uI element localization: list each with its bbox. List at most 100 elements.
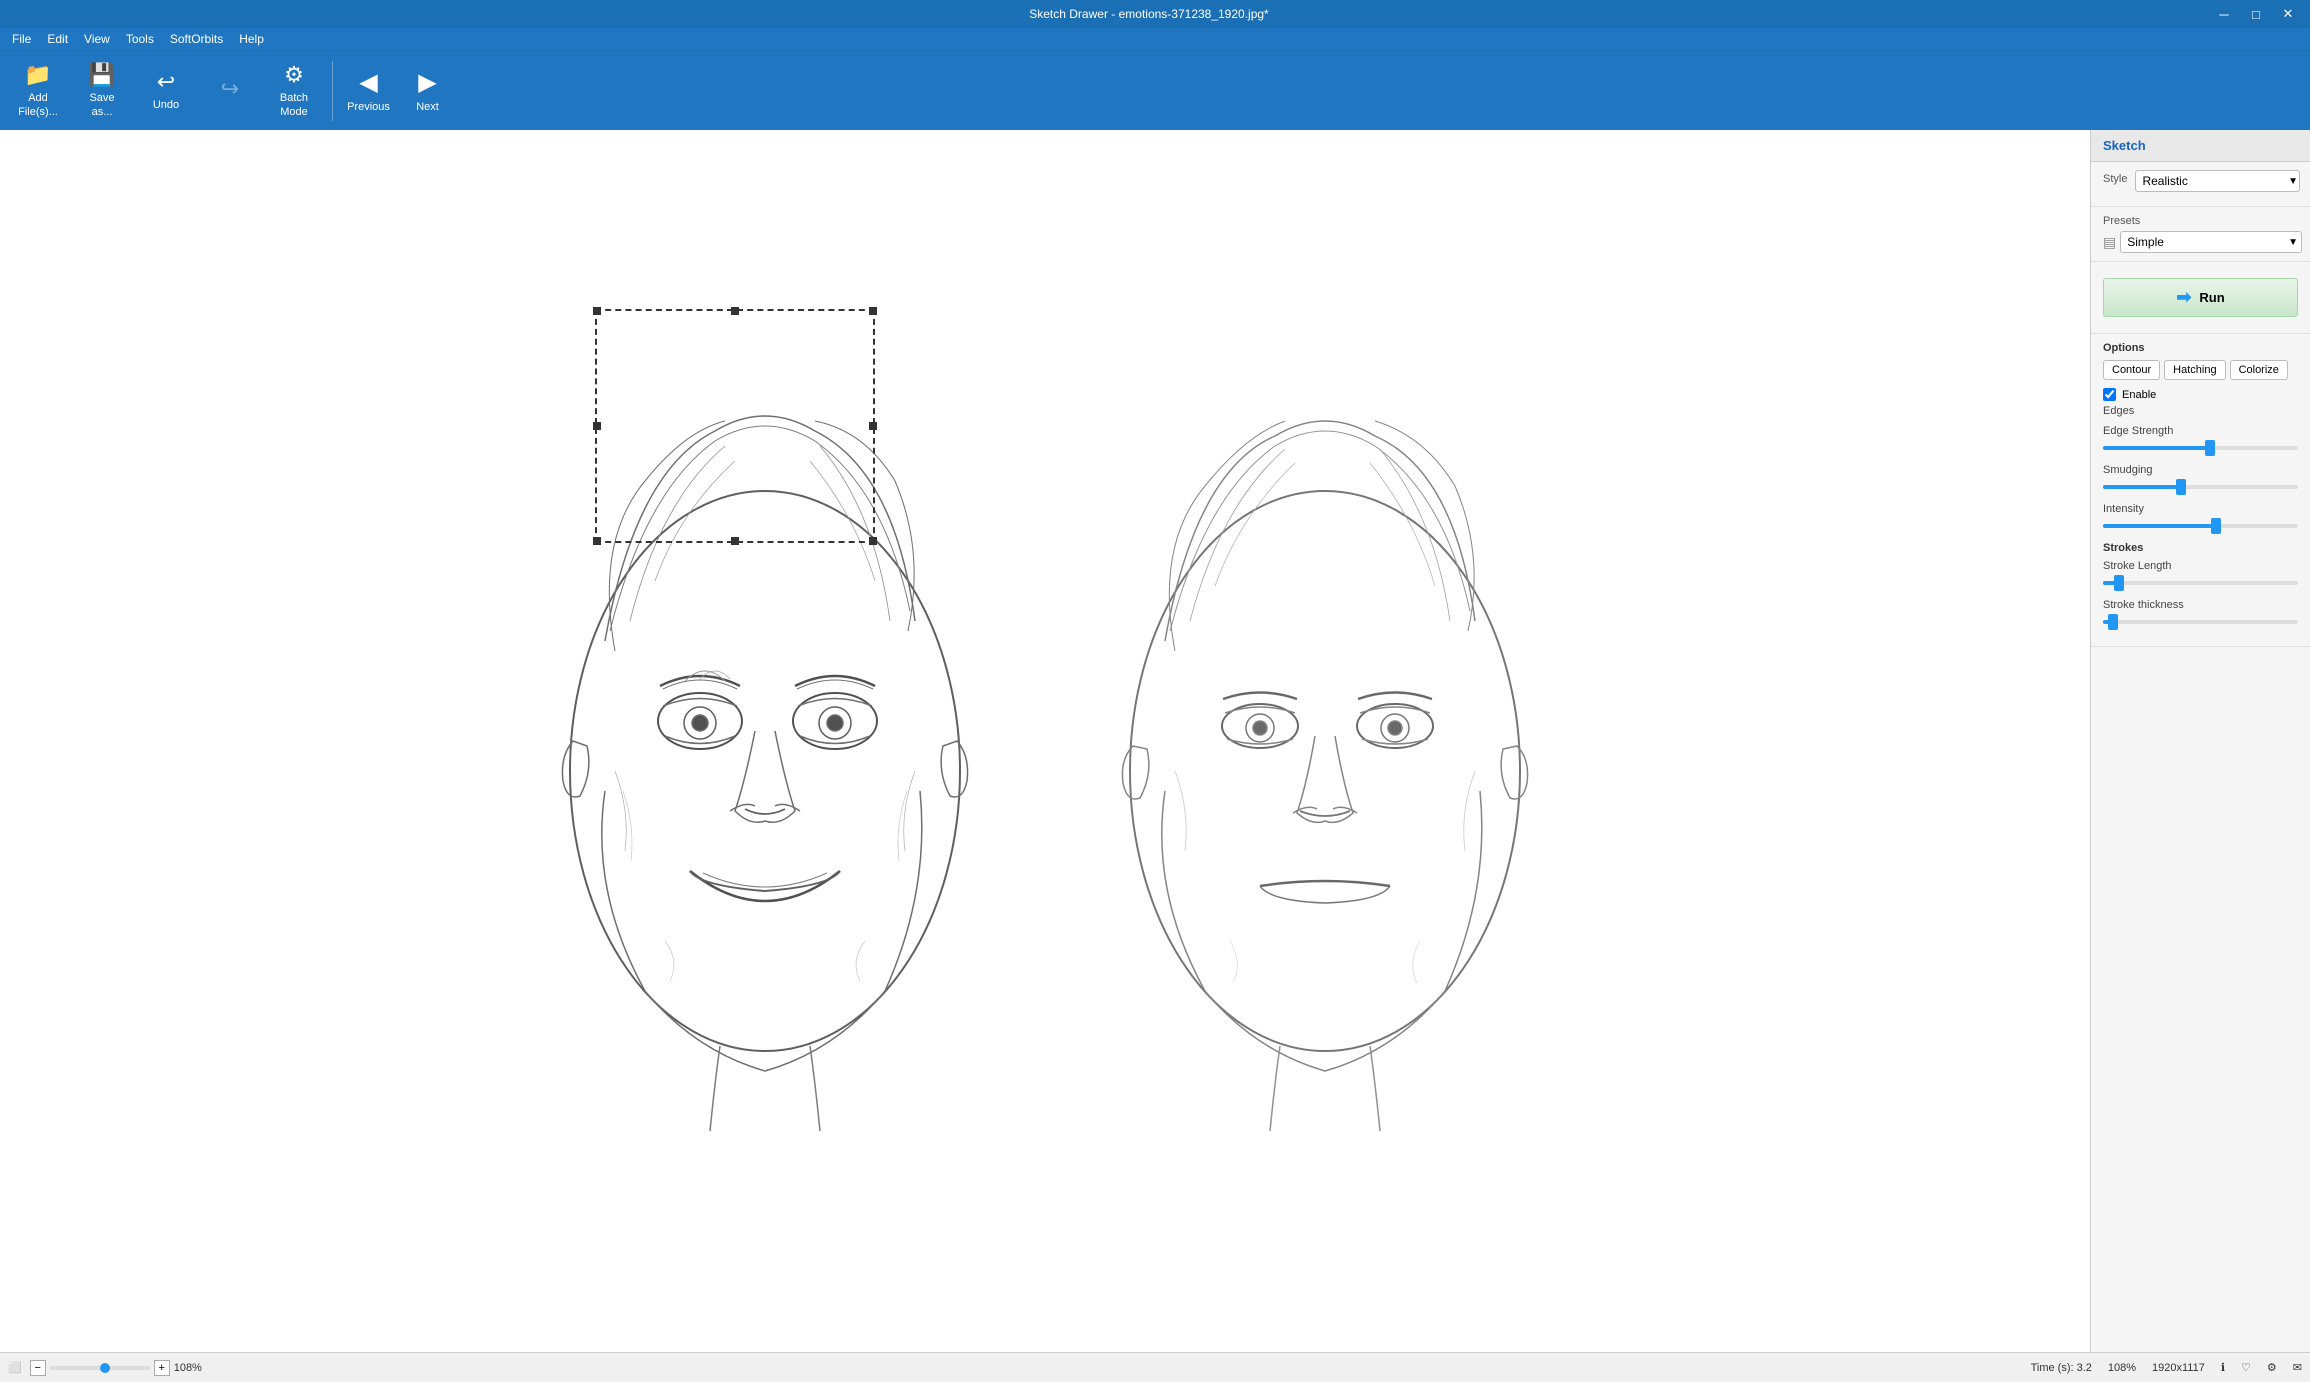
toolbar: 📁 AddFile(s)... 💾 Saveas... ↩ Undo ↪ ⚙ B… <box>0 50 2310 130</box>
window-title: Sketch Drawer - emotions-371238_1920.jpg… <box>88 7 2210 21</box>
window-controls: ─ □ ✕ <box>2210 4 2302 24</box>
menu-help[interactable]: Help <box>231 28 272 50</box>
next-icon: ▶ <box>418 68 436 97</box>
next-button[interactable]: ▶ Next <box>400 56 455 126</box>
redo-icon: ↪ <box>221 76 239 102</box>
batch-mode-icon: ⚙ <box>284 62 304 88</box>
stroke-thickness-slider[interactable] <box>2103 614 2298 630</box>
tab-contour[interactable]: Contour <box>2103 360 2160 380</box>
presets-label: Presets <box>2103 215 2298 227</box>
menu-file[interactable]: File <box>4 28 39 50</box>
save-as-label: Saveas... <box>89 92 114 118</box>
resolution-label: 1920x1117 <box>2152 1362 2205 1374</box>
smudging-slider[interactable] <box>2103 479 2298 495</box>
zoom-control: − + 108% <box>30 1360 202 1376</box>
enable-edges-checkbox[interactable] <box>2103 388 2116 401</box>
edge-strength-row: Edge Strength <box>2103 425 2298 456</box>
stroke-thickness-label: Stroke thickness <box>2103 599 2298 611</box>
right-face-svg <box>1075 291 1575 1191</box>
right-panel: Sketch Style Realistic Artistic Simple ▼… <box>2090 130 2310 1352</box>
save-as-button[interactable]: 💾 Saveas... <box>72 56 132 126</box>
options-title: Options <box>2103 342 2298 354</box>
maximize-button[interactable]: □ <box>2242 4 2270 24</box>
zoom-slider[interactable] <box>50 1366 150 1370</box>
edge-strength-slider[interactable] <box>2103 440 2298 456</box>
undo-label: Undo <box>153 99 179 112</box>
style-section: Style Realistic Artistic Simple ▼ <box>2091 162 2310 207</box>
enable-edges-label: Enable <box>2122 389 2156 401</box>
menu-tools[interactable]: Tools <box>118 28 162 50</box>
zoom-plus-button[interactable]: + <box>154 1360 170 1376</box>
style-select[interactable]: Realistic Artistic Simple <box>2135 170 2300 192</box>
panel-header: Sketch <box>2091 130 2310 162</box>
zoom-right-label: 108% <box>2108 1362 2136 1374</box>
run-section: ➡ Run <box>2091 262 2310 334</box>
gear-icon: ⚙ <box>2267 1361 2277 1374</box>
stroke-thickness-row: Stroke thickness <box>2103 599 2298 630</box>
run-label: Run <box>2199 290 2224 305</box>
intensity-label: Intensity <box>2103 503 2298 515</box>
left-status: ⬜ − + 108% <box>8 1360 202 1376</box>
edge-strength-label: Edge Strength <box>2103 425 2298 437</box>
intensity-slider[interactable] <box>2103 518 2298 534</box>
stroke-length-slider[interactable] <box>2103 575 2298 591</box>
tab-hatching[interactable]: Hatching <box>2164 360 2225 380</box>
previous-label: Previous <box>347 101 390 113</box>
add-files-icon: 📁 <box>24 62 51 88</box>
tab-colorize[interactable]: Colorize <box>2230 360 2288 380</box>
status-bar: ⬜ − + 108% Time (s): 3.2 108% 1920x1117 … <box>0 1352 2310 1382</box>
left-face-svg <box>515 291 1015 1191</box>
smudging-row: Smudging <box>2103 464 2298 495</box>
canvas-area[interactable] <box>0 130 2090 1352</box>
undo-icon: ↩ <box>157 69 175 95</box>
run-button[interactable]: ➡ Run <box>2103 278 2298 317</box>
next-label: Next <box>416 101 439 113</box>
undo-button[interactable]: ↩ Undo <box>136 56 196 126</box>
smudging-label: Smudging <box>2103 464 2298 476</box>
page-icon: ⬜ <box>8 1361 22 1374</box>
zoom-percent-label: 108% <box>174 1362 202 1374</box>
stroke-length-row: Stroke Length <box>2103 560 2298 591</box>
edges-label: Edges <box>2103 405 2298 417</box>
options-section: Options Contour Hatching Colorize Enable… <box>2091 334 2310 647</box>
title-bar: Sketch Drawer - emotions-371238_1920.jpg… <box>0 0 2310 28</box>
menu-softorbits[interactable]: SoftOrbits <box>162 28 231 50</box>
toolbar-separator <box>332 61 333 121</box>
preset-select[interactable]: Simple Detailed Heavy <box>2120 231 2302 253</box>
batch-mode-label: BatchMode <box>280 92 308 118</box>
menu-view[interactable]: View <box>76 28 118 50</box>
menu-edit[interactable]: Edit <box>39 28 76 50</box>
panel-title: Sketch <box>2103 138 2146 153</box>
left-face-sketch <box>515 291 1015 1191</box>
previous-button[interactable]: ◀ Previous <box>341 56 396 126</box>
menu-bar: File Edit View Tools SoftOrbits Help <box>0 28 2310 50</box>
strokes-title: Strokes <box>2103 542 2298 554</box>
info-icon: ℹ <box>2221 1361 2225 1374</box>
right-face-sketch <box>1075 291 1575 1191</box>
redo-button[interactable]: ↪ <box>200 56 260 126</box>
style-row: Style Realistic Artistic Simple ▼ <box>2103 170 2298 192</box>
add-files-label: AddFile(s)... <box>18 92 58 118</box>
save-as-icon: 💾 <box>88 62 115 88</box>
enable-edges-row: Enable <box>2103 388 2298 401</box>
main-layout: Sketch Style Realistic Artistic Simple ▼… <box>0 130 2310 1352</box>
run-arrow-icon: ➡ <box>2176 287 2191 308</box>
style-label: Style <box>2103 173 2127 185</box>
time-label: Time (s): 3.2 <box>2031 1362 2092 1374</box>
stroke-length-label: Stroke Length <box>2103 560 2298 572</box>
presets-section: Presets ▤ Simple Detailed Heavy ▼ <box>2091 207 2310 262</box>
close-button[interactable]: ✕ <box>2274 4 2302 24</box>
previous-icon: ◀ <box>359 68 377 97</box>
intensity-row: Intensity <box>2103 503 2298 534</box>
preset-icon: ▤ <box>2103 234 2116 251</box>
options-tabs: Contour Hatching Colorize <box>2103 360 2298 380</box>
right-status: Time (s): 3.2 108% 1920x1117 ℹ ♡ ⚙ ✉ <box>2031 1361 2302 1374</box>
faces-container <box>0 130 2090 1352</box>
mail-icon: ✉ <box>2293 1361 2302 1374</box>
batch-mode-button[interactable]: ⚙ BatchMode <box>264 56 324 126</box>
add-files-button[interactable]: 📁 AddFile(s)... <box>8 56 68 126</box>
zoom-minus-button[interactable]: − <box>30 1360 46 1376</box>
canvas-content <box>0 130 2090 1352</box>
heart-icon: ♡ <box>2241 1361 2251 1374</box>
minimize-button[interactable]: ─ <box>2210 4 2238 24</box>
